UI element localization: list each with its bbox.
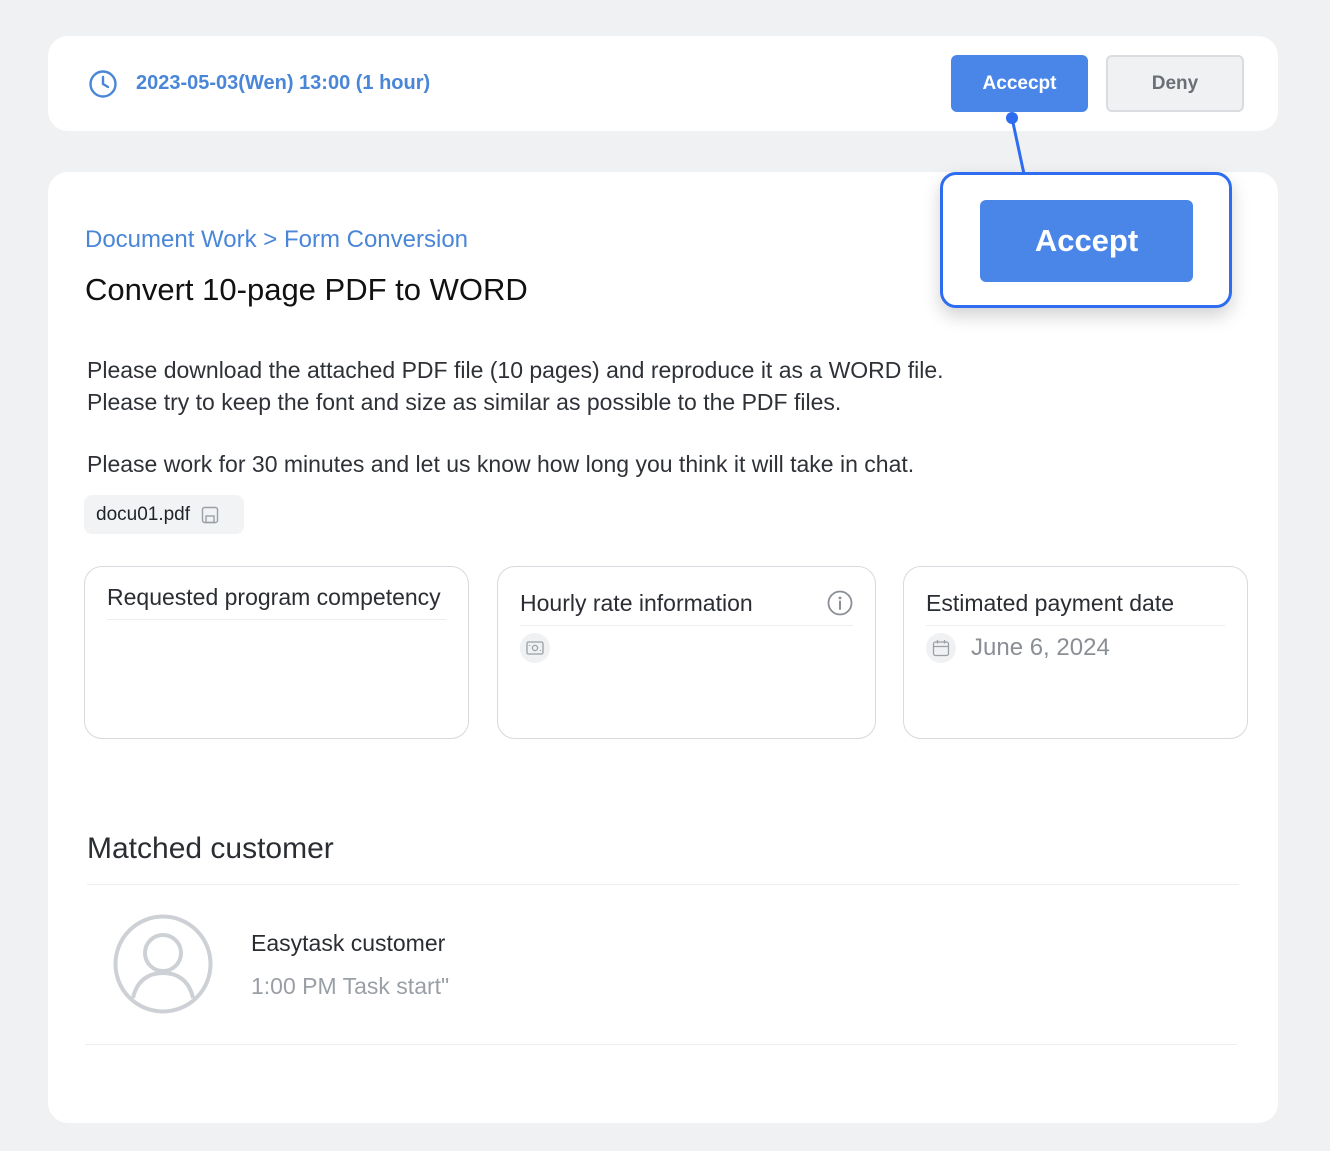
schedule-text: 2023-05-03(Wen) 13:00 (1 hour): [136, 72, 431, 94]
page-title: Convert 10-page PDF to WORD: [85, 272, 528, 307]
description-line: Please download the attached PDF file (1…: [87, 357, 944, 383]
task-description: Please download the attached PDF file (1…: [87, 354, 944, 480]
hourly-rate-title: Hourly rate information: [520, 589, 753, 616]
section-title: Matched customer: [87, 832, 334, 865]
competency-box: Requested program competency: [84, 566, 469, 739]
breadcrumb[interactable]: Document Work > Form Conversion: [85, 226, 468, 254]
divider: [87, 884, 1239, 885]
payment-date-value: June 6, 2024: [971, 634, 1110, 661]
payment-date-title: Estimated payment date: [926, 589, 1175, 616]
save-icon[interactable]: [200, 505, 220, 525]
callout-connector: [1006, 112, 1026, 175]
calendar-icon: [926, 633, 956, 663]
competency-title: Requested program competency: [107, 583, 441, 610]
attachment-chip[interactable]: docu01.pdf: [84, 495, 244, 534]
payment-date-box: Estimated payment date June 6, 2024: [903, 566, 1248, 739]
deny-button[interactable]: Deny: [1106, 55, 1244, 112]
info-icon[interactable]: [827, 590, 853, 616]
accept-callout: Accept: [940, 172, 1232, 308]
customer-status: 1:00 PM Task start": [251, 973, 450, 999]
clock-icon: [88, 69, 118, 99]
attachment-name: docu01.pdf: [96, 503, 191, 525]
customer-name: Easytask customer: [251, 930, 446, 956]
schedule-bar: 2023-05-03(Wen) 13:00 (1 hour) Accecpt D…: [48, 36, 1278, 131]
user-avatar-icon: [113, 914, 213, 1014]
task-card: Document Work > Form Conversion Convert …: [48, 172, 1278, 1123]
hourly-rate-box: Hourly rate information: [497, 566, 876, 739]
accept-button[interactable]: Accecpt: [951, 55, 1088, 112]
money-icon: [520, 633, 550, 663]
divider: [85, 1044, 1237, 1045]
accept-button-zoomed[interactable]: Accept: [980, 200, 1193, 282]
description-line: Please work for 30 minutes and let us kn…: [87, 451, 915, 477]
description-line: Please try to keep the font and size as …: [87, 389, 842, 415]
